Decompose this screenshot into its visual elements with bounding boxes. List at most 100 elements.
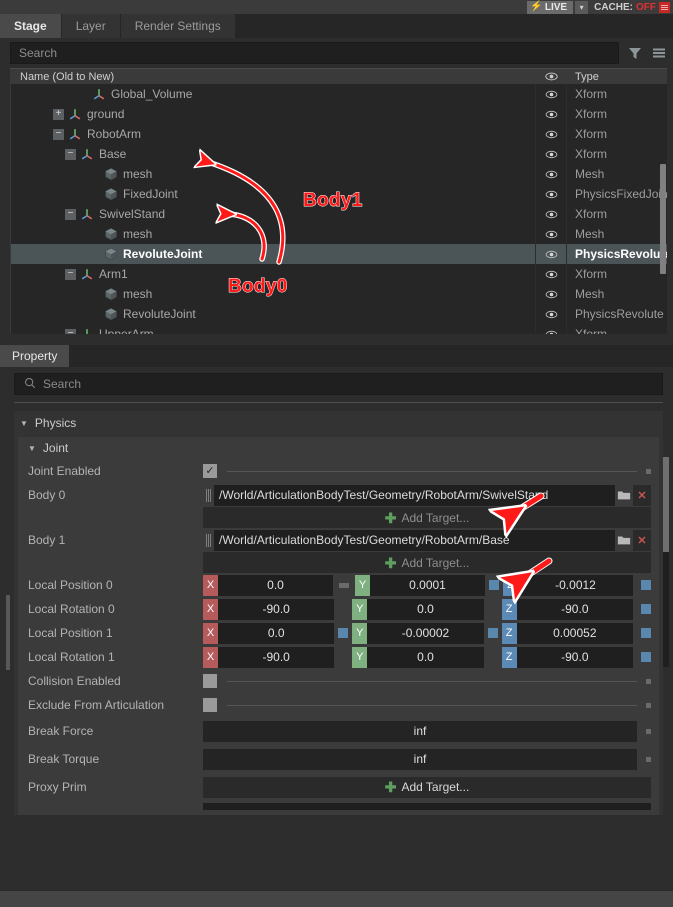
tab-property[interactable]: Property (0, 345, 70, 367)
folder-icon[interactable] (615, 529, 633, 551)
tree-row-name-cell[interactable]: mesh (11, 227, 535, 241)
key-indicator[interactable] (487, 628, 498, 638)
section-physics-header[interactable]: ▼ Physics (14, 411, 663, 435)
tree-row-name-cell[interactable]: RevoluteJoint (11, 247, 535, 261)
field-x[interactable]: -90.0 (218, 598, 335, 620)
remove-x-icon[interactable]: ✕ (633, 484, 651, 506)
property-left-scroll-indicator[interactable] (6, 595, 10, 670)
visibility-eye-icon[interactable] (535, 124, 567, 144)
checkbox-exclude-from-articulation[interactable]: ✓ (203, 698, 217, 712)
expander-minus-icon[interactable]: − (65, 208, 76, 220)
visibility-eye-icon[interactable] (535, 244, 567, 264)
key-indicator[interactable] (640, 652, 651, 662)
body1-drag-handle[interactable] (203, 529, 214, 551)
tab-stage[interactable]: Stage (0, 14, 61, 38)
field-y[interactable]: -0.00002 (367, 622, 484, 644)
expander-minus-icon[interactable]: − (53, 128, 64, 140)
field-y[interactable]: 0.0 (367, 598, 484, 620)
body0-drag-handle[interactable] (203, 484, 214, 506)
tree-row-name-cell[interactable]: − SwivelStand (11, 207, 535, 221)
tree-row-name-cell[interactable]: FixedJoint (11, 187, 535, 201)
tree-row-name-cell[interactable]: RevoluteJoint (11, 307, 535, 321)
partial-field[interactable] (203, 802, 651, 810)
tree-row[interactable]: + ground Xform (11, 104, 667, 124)
filter-funnel-icon[interactable] (627, 45, 643, 61)
visibility-eye-icon[interactable] (535, 264, 567, 284)
live-dropdown-caret[interactable]: ▾ (575, 0, 589, 14)
visibility-eye-icon[interactable] (535, 144, 567, 164)
tree-row-name-cell[interactable]: + ground (11, 107, 535, 121)
proxy-prim-add-target-button[interactable]: ✚ Add Target... (203, 776, 651, 798)
tab-render-settings[interactable]: Render Settings (120, 14, 235, 38)
property-search-input[interactable]: Search (14, 373, 663, 395)
visibility-eye-icon[interactable] (535, 184, 567, 204)
field-y[interactable]: 0.0001 (370, 574, 485, 596)
tree-row[interactable]: Global_Volume Xform (11, 84, 667, 104)
tree-row-name-cell[interactable]: Global_Volume (11, 87, 535, 101)
key-indicator[interactable] (489, 580, 499, 590)
body0-add-target-button[interactable]: ✚ Add Target... (203, 507, 651, 528)
checkbox-collision-enabled[interactable]: ✓ (203, 674, 217, 688)
live-toggle-button[interactable]: ⚡ LIVE (527, 0, 574, 14)
tree-row[interactable]: mesh Mesh (11, 224, 667, 244)
tree-row[interactable]: mesh Mesh (11, 284, 667, 304)
field-z[interactable]: -90.0 (516, 598, 633, 620)
body0-path-field[interactable]: /World/ArticulationBodyTest/Geometry/Rob… (214, 484, 615, 506)
tree-row-name-cell[interactable]: mesh (11, 167, 535, 181)
break-torque-field[interactable]: inf (203, 748, 637, 770)
field-x[interactable]: 0.0 (218, 622, 335, 644)
tree-row-name-cell[interactable]: − Base (11, 147, 535, 161)
key-indicator[interactable] (641, 580, 651, 590)
visibility-eye-icon[interactable] (535, 84, 567, 104)
tree-row-selected[interactable]: RevoluteJoint PhysicsRevolute (11, 244, 667, 264)
expander-minus-icon[interactable]: − (65, 148, 76, 160)
remove-x-icon[interactable]: ✕ (633, 529, 651, 551)
tree-row[interactable]: − Arm1 Xform (11, 264, 667, 284)
tree-row[interactable]: − UpperArm Xform (11, 324, 667, 334)
stage-search-input[interactable]: Search (10, 42, 619, 64)
visibility-eye-icon[interactable] (535, 224, 567, 244)
field-x[interactable]: 0.0 (218, 574, 333, 596)
stage-tree-scrollbar[interactable] (660, 164, 666, 274)
field-z[interactable]: -0.0012 (518, 574, 633, 596)
expander-minus-icon[interactable]: − (65, 328, 76, 334)
break-force-field[interactable]: inf (203, 720, 637, 742)
visibility-eye-icon[interactable] (535, 284, 567, 304)
column-header-visibility[interactable] (535, 70, 567, 83)
field-y[interactable]: 0.0 (367, 646, 484, 668)
exclude-from-articulation-key-indicator[interactable] (646, 702, 651, 708)
column-header-name[interactable]: Name (Old to New) (10, 71, 535, 83)
tab-layer[interactable]: Layer (61, 14, 120, 38)
tree-row[interactable]: mesh Mesh (11, 164, 667, 184)
tree-row[interactable]: − RobotArm Xform (11, 124, 667, 144)
body1-path-field[interactable]: /World/ArticulationBodyTest/Geometry/Rob… (214, 529, 615, 551)
break-torque-key-indicator[interactable] (646, 756, 651, 762)
tree-row[interactable]: − Base Xform (11, 144, 667, 164)
tree-row-name-cell[interactable]: − UpperArm (11, 327, 535, 334)
property-scrollbar[interactable] (663, 457, 669, 667)
tree-row-name-cell[interactable]: − RobotArm (11, 127, 535, 141)
key-indicator[interactable] (640, 628, 651, 638)
hamburger-menu-icon[interactable] (651, 45, 667, 61)
visibility-eye-icon[interactable] (535, 164, 567, 184)
collision-enabled-key-indicator[interactable] (646, 678, 651, 684)
key-indicator-dim[interactable] (339, 582, 349, 588)
body1-add-target-button[interactable]: ✚ Add Target... (203, 552, 651, 573)
visibility-eye-icon[interactable] (535, 104, 567, 124)
checkbox-joint-enabled[interactable]: ✓ (203, 464, 217, 478)
field-z[interactable]: -90.0 (516, 646, 633, 668)
joint-enabled-key-indicator[interactable] (646, 468, 651, 474)
expander-plus-icon[interactable]: + (53, 108, 64, 120)
expander-minus-icon[interactable]: − (65, 268, 76, 280)
visibility-eye-icon[interactable] (535, 204, 567, 224)
column-header-type[interactable]: Type (567, 71, 667, 83)
visibility-eye-icon[interactable] (535, 304, 567, 324)
visibility-eye-icon[interactable] (535, 324, 567, 334)
cache-status[interactable]: CACHE: OFF (594, 1, 670, 13)
folder-icon[interactable] (615, 484, 633, 506)
subsection-joint-header[interactable]: ▼ Joint (18, 437, 659, 459)
tree-row[interactable]: RevoluteJoint PhysicsRevolute (11, 304, 667, 324)
break-force-key-indicator[interactable] (646, 728, 651, 734)
field-x[interactable]: -90.0 (218, 646, 335, 668)
key-indicator[interactable] (640, 604, 651, 614)
